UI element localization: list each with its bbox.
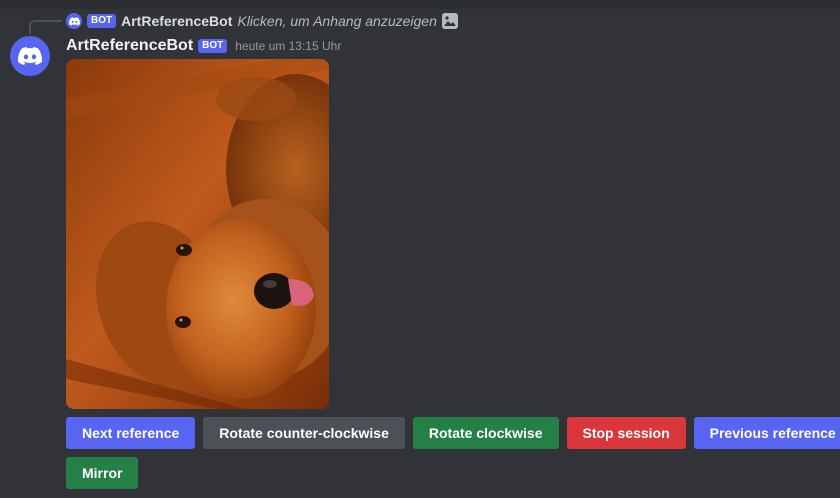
avatar[interactable] [10, 36, 50, 76]
image-icon [441, 13, 458, 29]
next-reference-button[interactable]: Next reference [66, 417, 196, 449]
bot-tag: BOT [198, 39, 228, 53]
stop-session-button[interactable]: Stop session [566, 417, 686, 449]
discord-logo-icon [18, 47, 42, 65]
image-attachment[interactable] [66, 59, 329, 409]
rotate-clockwise-button[interactable]: Rotate clockwise [412, 417, 559, 449]
button-row-2: Mirror [66, 457, 139, 489]
previous-reference-button[interactable]: Previous reference [693, 417, 840, 449]
reply-preview[interactable]: BOT ArtReferenceBot Klicken, um Anhang a… [66, 12, 458, 30]
reply-spine [29, 20, 62, 34]
button-row-1: Next reference Rotate counter-clockwise … [66, 417, 840, 449]
reply-bot-tag: BOT [87, 14, 117, 28]
rotate-counter-clockwise-button[interactable]: Rotate counter-clockwise [203, 417, 405, 449]
reply-author[interactable]: ArtReferenceBot [121, 13, 232, 29]
message-header: ArtReferenceBot BOT heute um 13:15 Uhr [66, 36, 341, 56]
mirror-button[interactable]: Mirror [66, 457, 139, 489]
top-divider [0, 0, 840, 9]
timestamp[interactable]: heute um 13:15 Uhr [235, 39, 341, 53]
reply-text[interactable]: Klicken, um Anhang anzuzeigen [237, 13, 437, 29]
dog-photo [66, 59, 329, 409]
reply-avatar[interactable] [66, 13, 82, 29]
username[interactable]: ArtReferenceBot [66, 37, 193, 55]
discord-logo-icon [68, 16, 80, 26]
